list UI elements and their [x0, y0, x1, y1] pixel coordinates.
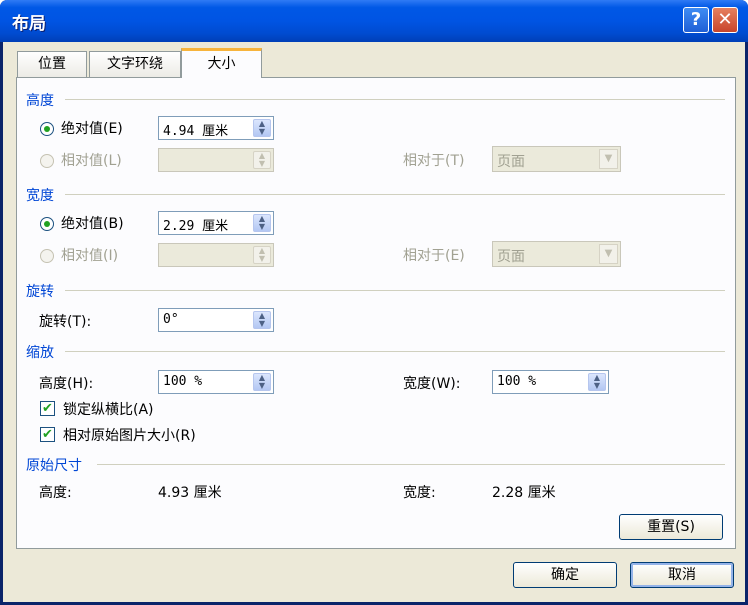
height-absolute-label: 绝对值(E) [61, 121, 123, 137]
width-relative-label: 相对值(I) [61, 248, 119, 264]
width-absolute-input[interactable]: 2.29 厘米 ▲ ▼ [158, 211, 274, 235]
original-height-value: 4.93 厘米 [158, 485, 222, 501]
close-button[interactable]: ✕ [712, 7, 738, 33]
rotation-input[interactable]: 0° ▲ ▼ [158, 308, 274, 332]
rotation-section-heading: 旋转 [26, 284, 54, 300]
original-size-section-heading: 原始尺寸 [26, 458, 82, 474]
layout-dialog: 布局 ? ✕ 位置 文字环绕 大小 高度 绝对值(E) 4.94 厘米 ▲ ▼ 相… [0, 0, 748, 605]
section-divider [65, 351, 725, 352]
height-absolute-radio[interactable] [40, 122, 54, 136]
section-divider [65, 194, 725, 195]
height-absolute-input[interactable]: 4.94 厘米 ▲ ▼ [158, 116, 274, 140]
reset-button[interactable]: 重置(S) [619, 514, 723, 540]
section-divider [65, 99, 725, 100]
spin-arrows-icon[interactable]: ▲ ▼ [253, 151, 271, 169]
scale-height-label: 高度(H): [39, 376, 94, 392]
title-bar[interactable]: 布局 ? ✕ [0, 0, 748, 42]
spin-arrows-icon[interactable]: ▲ ▼ [588, 373, 606, 391]
original-height-label: 高度: [39, 485, 72, 501]
width-relative-radio[interactable] [40, 249, 54, 263]
spin-arrows-icon[interactable]: ▲ ▼ [253, 214, 271, 232]
scale-section-heading: 缩放 [26, 345, 54, 361]
spin-arrows-icon[interactable]: ▲ ▼ [253, 311, 271, 329]
spin-arrows-icon[interactable]: ▲ ▼ [253, 246, 271, 264]
lock-aspect-label: 锁定纵横比(A) [63, 402, 154, 418]
scale-width-label: 宽度(W): [403, 376, 461, 392]
tab-text-wrapping[interactable]: 文字环绕 [89, 51, 181, 77]
height-relative-label: 相对值(L) [61, 153, 122, 169]
width-relative-to-label: 相对于(E) [403, 248, 465, 264]
original-width-label: 宽度: [403, 485, 436, 501]
rotation-label: 旋转(T): [39, 314, 92, 330]
scale-height-input[interactable]: 100 % ▲ ▼ [158, 370, 274, 394]
help-button[interactable]: ? [683, 7, 709, 33]
relative-original-checkbox[interactable]: ✔ [40, 427, 55, 442]
spin-arrows-icon[interactable]: ▲ ▼ [253, 373, 271, 391]
ok-button[interactable]: 确定 [513, 562, 617, 588]
spin-arrows-icon[interactable]: ▲ ▼ [253, 119, 271, 137]
size-tab-panel: 高度 绝对值(E) 4.94 厘米 ▲ ▼ 相对值(L) ▲ ▼ 相对于(T) 页面… [16, 77, 736, 549]
original-width-value: 2.28 厘米 [492, 485, 556, 501]
height-relative-to-select[interactable]: 页面 ▼ [492, 146, 621, 172]
height-relative-to-label: 相对于(T) [403, 153, 465, 169]
height-relative-input[interactable]: ▲ ▼ [158, 148, 274, 172]
section-divider [65, 290, 725, 291]
tab-size[interactable]: 大小 [181, 48, 262, 78]
height-relative-radio[interactable] [40, 154, 54, 168]
scale-width-input[interactable]: 100 % ▲ ▼ [492, 370, 609, 394]
cancel-button[interactable]: 取消 [630, 562, 734, 588]
width-absolute-label: 绝对值(B) [61, 216, 124, 232]
relative-original-label: 相对原始图片大小(R) [63, 428, 196, 444]
width-relative-input[interactable]: ▲ ▼ [158, 243, 274, 267]
chevron-down-icon[interactable]: ▼ [599, 149, 618, 169]
width-relative-to-select[interactable]: 页面 ▼ [492, 241, 621, 267]
lock-aspect-checkbox[interactable]: ✔ [40, 401, 55, 416]
width-absolute-radio[interactable] [40, 217, 54, 231]
width-section-heading: 宽度 [26, 188, 54, 204]
section-divider [97, 464, 725, 465]
dialog-title: 布局 [12, 14, 46, 34]
tab-position[interactable]: 位置 [17, 51, 87, 77]
chevron-down-icon[interactable]: ▼ [599, 244, 618, 264]
height-section-heading: 高度 [26, 93, 54, 109]
